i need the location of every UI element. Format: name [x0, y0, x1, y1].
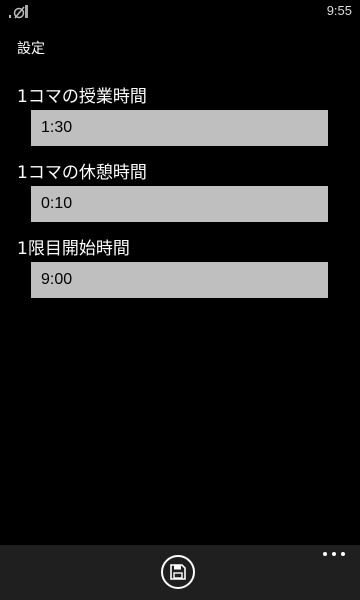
- class-duration-label: 1コマの授業時間: [17, 87, 147, 107]
- class-duration-input[interactable]: 1:30: [31, 110, 328, 146]
- page-title: 設定: [17, 41, 45, 57]
- status-time: 9:55: [326, 3, 352, 18]
- signal-status: [8, 3, 36, 19]
- signal-icon: [9, 5, 28, 19]
- break-duration-label: 1コマの休憩時間: [17, 163, 147, 183]
- ellipsis-dot: [323, 552, 327, 556]
- status-bar: 9:55: [0, 0, 360, 24]
- first-period-start-label: 1限目開始時間: [17, 239, 130, 259]
- ellipsis-dot: [332, 552, 336, 556]
- first-period-start-input[interactable]: 9:00: [31, 262, 328, 298]
- more-options-button[interactable]: [322, 549, 346, 559]
- break-duration-input[interactable]: 0:10: [31, 186, 328, 222]
- save-button[interactable]: [161, 555, 195, 589]
- app-bar: [0, 545, 360, 600]
- save-icon: [170, 564, 186, 580]
- ellipsis-dot: [341, 552, 345, 556]
